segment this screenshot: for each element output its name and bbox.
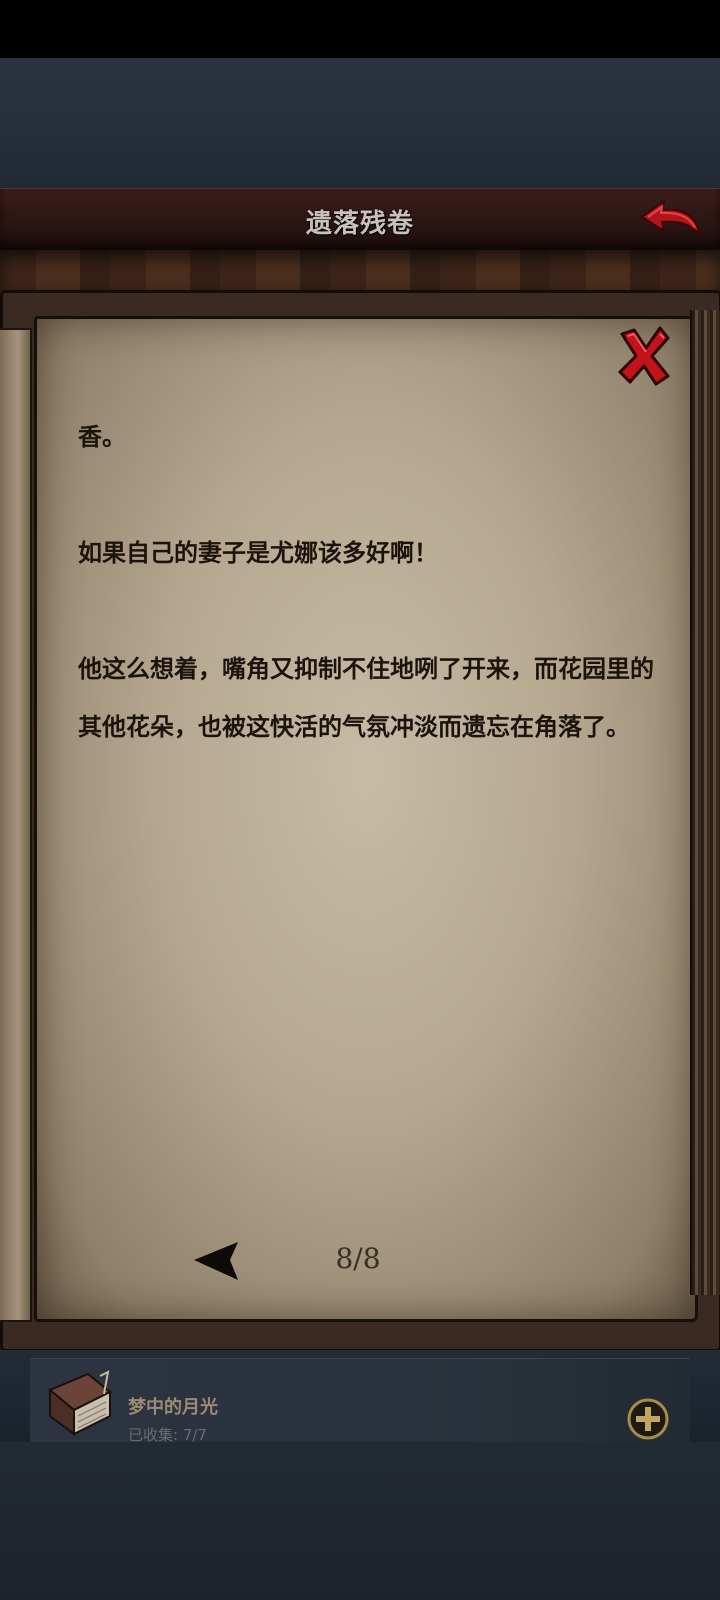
book-icon <box>48 1370 112 1436</box>
title-bar: 遗落残卷 <box>0 188 720 251</box>
paragraph: 香。 <box>78 423 126 451</box>
collection-name: 梦中的月光 <box>128 1397 218 1418</box>
page-indicator: 8/8 <box>335 1242 381 1275</box>
status-bar-area <box>0 0 720 58</box>
book-page-edges <box>690 310 720 1295</box>
close-x-icon[interactable] <box>616 326 672 386</box>
page-title: 遗落残卷 <box>305 209 414 239</box>
background-bottom <box>0 1442 720 1600</box>
plus-circle-icon[interactable] <box>626 1397 670 1441</box>
background-top <box>0 58 720 188</box>
paragraph: 他这么想着，嘴角又抑制不住地咧了开来，而花园里的其他花朵，也被这快活的气氛冲淡而… <box>78 655 654 741</box>
back-arrow-icon[interactable] <box>638 195 704 243</box>
paragraph: 如果自己的妻子是尤娜该多好啊！ <box>78 539 438 567</box>
previous-page-edge <box>0 328 32 1322</box>
prev-page-arrow-icon[interactable] <box>192 1240 242 1282</box>
story-text: 香。 如果自己的妻子是尤娜该多好啊！ 他这么想着，嘴角又抑制不住地咧了开来，而花… <box>78 408 658 814</box>
